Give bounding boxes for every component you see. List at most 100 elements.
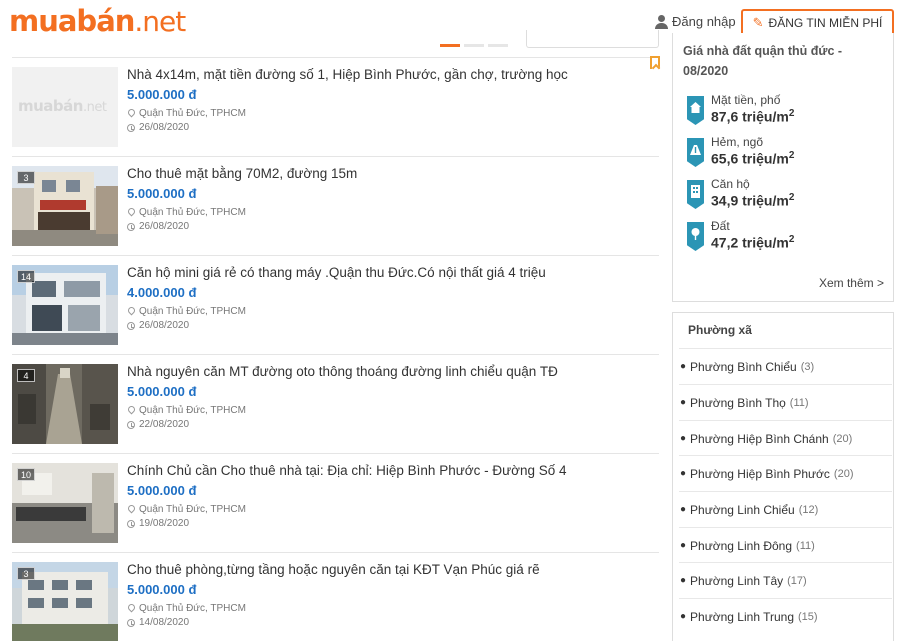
clock-icon: [127, 123, 135, 132]
tab-indicator[interactable]: [488, 44, 508, 47]
ward-link[interactable]: ● Phường Bình Chiểu (3): [679, 348, 892, 384]
price-row-land: Đất 47,2 triệu/m2: [687, 219, 887, 255]
post-free-button[interactable]: ✎ ĐĂNG TIN MIỄN PHÍ: [741, 9, 894, 36]
photo-count-badge: 4: [17, 369, 35, 382]
price-row-value: 34,9 triệu/m2: [711, 192, 795, 209]
logo-main-text: muabán: [9, 4, 135, 38]
ward-link[interactable]: ● Phường Linh Tây (17): [679, 562, 892, 598]
location-pin-icon: [127, 406, 135, 415]
price-row-street-front: Mặt tiền, phố 87,6 triệu/m2: [687, 93, 887, 129]
price-row-label: Căn hộ: [711, 177, 750, 191]
listing-price: 5.000.000 đ: [127, 582, 197, 597]
price-panel-title: Giá nhà đất quận thủ đức - 08/2020: [683, 44, 843, 78]
price-row-value: 47,2 triệu/m2: [711, 234, 795, 251]
logo-tld-text: .net: [134, 5, 186, 38]
listing-item[interactable]: 4 Nhà nguyên căn MT đường oto thông thoá…: [12, 355, 659, 454]
listing-price: 5.000.000 đ: [127, 483, 197, 498]
photo-count-badge: 3: [17, 171, 35, 184]
clock-icon: [127, 420, 135, 429]
listing-location: Quận Thủ Đức, TPHCM: [127, 504, 246, 515]
ward-link[interactable]: ● Phường Linh Đông (11): [679, 527, 892, 563]
listing-date: 22/08/2020: [127, 419, 189, 430]
bullet-icon: ●: [680, 361, 687, 372]
price-row-apartment: Căn hộ 34,9 triệu/m2: [687, 177, 887, 213]
location-pin-icon: [127, 604, 135, 613]
location-pin-icon: [127, 505, 135, 514]
photo-count-badge: 3: [17, 567, 35, 580]
listing-item[interactable]: 14 Căn hộ mini giá rẻ có thang máy .Quận…: [12, 256, 659, 355]
user-icon: [655, 14, 668, 29]
listing-date: 26/08/2020: [127, 122, 189, 133]
listing-item[interactable]: 10 Chính Chủ cần Cho thuê nhà tại: Địa c…: [12, 454, 659, 553]
location-pin-icon: [127, 208, 135, 217]
clock-icon: [127, 222, 135, 231]
photo-count-badge: 14: [17, 270, 36, 283]
listing-location: Quận Thủ Đức, TPHCM: [127, 603, 246, 614]
listing-date: 19/08/2020: [127, 518, 189, 529]
listing-item[interactable]: 3 Cho thuê mặt bằng 70M2, đường 15m 5.00…: [12, 157, 659, 256]
listing-title[interactable]: Nhà nguyên căn MT đường oto thông thoáng…: [127, 364, 558, 379]
placeholder-logo: muabán.net: [18, 97, 107, 115]
listing-title[interactable]: Căn hộ mini giá rẻ có thang máy .Quận th…: [127, 265, 546, 280]
listing-thumbnail[interactable]: 3: [12, 166, 118, 246]
clock-icon: [127, 618, 135, 627]
listing-thumbnail-placeholder[interactable]: muabán.net: [12, 67, 118, 147]
login-link[interactable]: Đăng nhập: [655, 14, 736, 29]
ward-panel-title: Phường xã: [688, 323, 752, 337]
price-row-label: Đất: [711, 219, 730, 233]
bullet-icon: ●: [680, 468, 687, 479]
location-pin-icon: [127, 307, 135, 316]
listing-date: 14/08/2020: [127, 617, 189, 628]
clock-icon: [127, 519, 135, 528]
view-tabs[interactable]: [440, 44, 508, 47]
ward-link[interactable]: ● Phường Hiệp Bình Chánh (20): [679, 420, 892, 456]
listing-thumbnail[interactable]: 3: [12, 562, 118, 641]
tab-indicator-active[interactable]: [440, 44, 460, 47]
land-icon: [687, 222, 704, 251]
listing-price: 5.000.000 đ: [127, 384, 197, 399]
ward-link[interactable]: ● Phường Bình Thọ (11): [679, 384, 892, 420]
search-box-edge[interactable]: [526, 30, 659, 48]
price-row-value: 65,6 triệu/m2: [711, 150, 795, 167]
alley-icon: [687, 138, 704, 167]
pencil-icon: ✎: [752, 14, 764, 30]
land-price-panel: Giá nhà đất quận thủ đức - 08/2020 Mặt t…: [672, 33, 894, 302]
listing-item[interactable]: 3 Cho thuê phòng,từng tầng hoặc nguyên c…: [12, 553, 659, 641]
bullet-icon: ●: [680, 433, 687, 444]
bullet-icon: ●: [680, 504, 687, 515]
listing-title[interactable]: Cho thuê mặt bằng 70M2, đường 15m: [127, 166, 357, 181]
listing-title[interactable]: Nhà 4x14m, mặt tiền đường số 1, Hiệp Bìn…: [127, 67, 568, 82]
ward-link[interactable]: ● Phường Linh Chiểu (12): [679, 491, 892, 527]
listing-location: Quận Thủ Đức, TPHCM: [127, 108, 246, 119]
listing-location: Quận Thủ Đức, TPHCM: [127, 306, 246, 317]
price-row-label: Mặt tiền, phố: [711, 93, 781, 107]
location-pin-icon: [127, 109, 135, 118]
login-label: Đăng nhập: [672, 14, 736, 29]
bullet-icon: ●: [680, 397, 687, 408]
listing-thumbnail[interactable]: 10: [12, 463, 118, 543]
apartment-icon: [687, 180, 704, 209]
listing-title[interactable]: Chính Chủ cần Cho thuê nhà tại: Địa chỉ:…: [127, 463, 567, 478]
ward-link[interactable]: ● Phường Linh Trung (15): [679, 598, 892, 634]
tab-indicator[interactable]: [464, 44, 484, 47]
house-icon: [687, 96, 704, 125]
site-logo[interactable]: muabán.net: [9, 4, 186, 38]
clock-icon: [127, 321, 135, 330]
listing-date: 26/08/2020: [127, 221, 189, 232]
see-more-link[interactable]: Xem thêm >: [819, 276, 884, 290]
post-free-label: ĐĂNG TIN MIỄN PHÍ: [768, 15, 883, 30]
listing-title[interactable]: Cho thuê phòng,từng tầng hoặc nguyên căn…: [127, 562, 540, 577]
price-row-value: 87,6 triệu/m2: [711, 108, 795, 125]
listing-item[interactable]: muabán.net Nhà 4x14m, mặt tiền đường số …: [12, 58, 659, 157]
bullet-icon: ●: [680, 575, 687, 586]
listing-price: 5.000.000 đ: [127, 87, 197, 102]
listing-price: 4.000.000 đ: [127, 285, 197, 300]
bullet-icon: ●: [680, 540, 687, 551]
listing-price: 5.000.000 đ: [127, 186, 197, 201]
ward-link[interactable]: ● Phường Hiệp Bình Phước (20): [679, 455, 892, 491]
listing-thumbnail[interactable]: 4: [12, 364, 118, 444]
listing-date: 26/08/2020: [127, 320, 189, 331]
price-row-label: Hẻm, ngõ: [711, 135, 764, 149]
listing-thumbnail[interactable]: 14: [12, 265, 118, 345]
ward-panel: Phường xã ● Phường Bình Chiểu (3) ● Phường …: [672, 312, 894, 641]
